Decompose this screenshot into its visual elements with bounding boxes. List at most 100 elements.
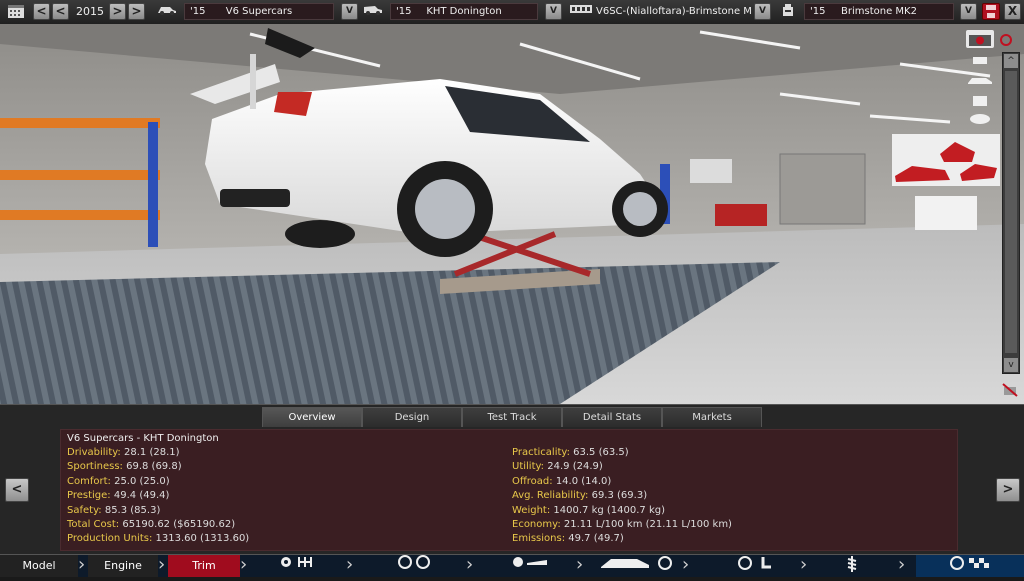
- nav-finish-icon[interactable]: [916, 555, 1024, 577]
- stat-value: 69.3 (69.3): [591, 490, 648, 502]
- year-next-button[interactable]: >: [109, 3, 126, 20]
- stat-row: Production Units: 1313.60 (1313.60): [67, 533, 249, 544]
- stat-value: 21.11 L/100 km (21.11 L/100 km): [563, 519, 732, 530]
- year-prev-button[interactable]: <: [52, 3, 69, 20]
- overview-pane: V6 Supercars - KHT Donington Drivability…: [60, 429, 958, 551]
- chevron-right-icon: ›: [800, 554, 808, 575]
- stat-label: Prestige:: [67, 490, 111, 502]
- tab-design[interactable]: Design: [362, 407, 462, 427]
- garage-viewport[interactable]: [0, 24, 1024, 404]
- top-toolbar: < < 2015 > > '15 V6 Supercars V '15 KHT …: [0, 0, 1024, 25]
- nav-model[interactable]: Model: [0, 555, 78, 577]
- nav-trim[interactable]: Trim: [168, 555, 240, 577]
- stat-value: 25.0 (25.0): [114, 475, 170, 487]
- stat-label: Weight:: [512, 504, 551, 516]
- stat-label: Emissions:: [512, 533, 566, 545]
- stat-value: 24.9 (24.9): [547, 461, 603, 473]
- stat-value: 65190.62 ($65190.62): [122, 519, 236, 530]
- chevron-right-icon: ›: [78, 554, 86, 575]
- engine-family-dropdown-button[interactable]: V: [754, 3, 771, 20]
- stat-row: Total Cost: 65190.62 ($65190.62): [67, 519, 235, 530]
- engine-icon: [778, 3, 798, 20]
- tab-detail-stats[interactable]: Detail Stats: [562, 407, 662, 427]
- no-camera-icon[interactable]: [1000, 382, 1020, 398]
- stat-value: 14.0 (14.0): [555, 475, 612, 487]
- next-page-button[interactable]: >: [996, 478, 1020, 502]
- chevron-right-icon: ›: [682, 554, 690, 575]
- nav-body-fan-icon[interactable]: [592, 555, 682, 577]
- tab-test-track[interactable]: Test Track: [462, 407, 562, 427]
- zoom-scrollbar[interactable]: ^ v: [1002, 52, 1020, 374]
- chevron-right-icon: ›: [466, 554, 474, 575]
- stat-row: Prestige: 49.4 (49.4): [67, 490, 169, 501]
- chevron-right-icon: ›: [158, 554, 166, 575]
- trim-select[interactable]: '15 KHT Donington: [390, 3, 538, 20]
- stat-label: Offroad:: [512, 475, 553, 487]
- model-select[interactable]: '15 V6 Supercars: [184, 3, 334, 20]
- stat-row: Avg. Reliability: 69.3 (69.3): [512, 490, 647, 501]
- year-prev-fast-button[interactable]: <: [33, 3, 50, 20]
- stat-value: 28.1 (28.1): [124, 447, 180, 458]
- engine-dropdown-button[interactable]: V: [960, 3, 977, 20]
- engine-family-select[interactable]: V6SC-(Nialloftara)-Brimstone MK: [596, 3, 752, 20]
- stat-label: Production Units:: [67, 533, 153, 545]
- view-side-icon[interactable]: [970, 54, 990, 69]
- chevron-right-icon: ›: [240, 554, 248, 575]
- stat-row: Weight: 1400.7 kg (1400.7 kg): [512, 505, 665, 516]
- chevron-right-icon: ›: [898, 554, 906, 575]
- car-trim-icon: [362, 3, 384, 20]
- stat-row: Comfort: 25.0 (25.0): [67, 476, 170, 487]
- nav-chassis-gearbox-icon[interactable]: [256, 555, 346, 577]
- tab-markets[interactable]: Markets: [662, 407, 762, 427]
- stat-row: Offroad: 14.0 (14.0): [512, 476, 611, 487]
- calendar-icon[interactable]: [6, 3, 26, 20]
- stat-row: Drivability: 28.1 (28.1): [67, 447, 180, 458]
- record-icon[interactable]: [998, 33, 1014, 47]
- save-icon[interactable]: [982, 3, 1000, 20]
- tab-overview[interactable]: Overview: [262, 407, 362, 427]
- scrollbar-thumb[interactable]: [1005, 71, 1017, 353]
- stat-label: Sportiness:: [67, 461, 123, 473]
- camera-icon[interactable]: [966, 30, 994, 48]
- nav-suspension-icon[interactable]: [832, 555, 872, 577]
- scroll-up-button[interactable]: ^: [1004, 54, 1018, 68]
- stat-value: 49.7 (49.7): [568, 533, 624, 545]
- stat-row: Sportiness: 69.8 (69.8): [67, 461, 182, 472]
- nav-aero-icon[interactable]: [486, 555, 576, 577]
- stat-value: 1400.7 kg (1400.7 kg): [553, 504, 666, 516]
- nav-wheels-icon[interactable]: [366, 555, 466, 577]
- stat-row: Emissions: 49.7 (49.7): [512, 533, 624, 544]
- stat-value: 1313.60 (1313.60): [155, 533, 250, 545]
- stat-label: Comfort:: [67, 475, 111, 487]
- stat-label: Avg. Reliability:: [512, 490, 589, 502]
- stat-row: Safety: 85.3 (85.3): [67, 505, 160, 516]
- overview-title: V6 Supercars - KHT Donington: [67, 433, 219, 444]
- year-next-fast-button[interactable]: >: [128, 3, 145, 20]
- nav-engine[interactable]: Engine: [88, 555, 158, 577]
- stat-row: Utility: 24.9 (24.9): [512, 461, 603, 472]
- prev-page-button[interactable]: <: [5, 478, 29, 502]
- stat-label: Total Cost:: [67, 519, 120, 530]
- view-car-icon[interactable]: [966, 74, 994, 88]
- nav-interior-icon[interactable]: [720, 555, 790, 577]
- engine-select[interactable]: '15 Brimstone MK2: [804, 3, 954, 20]
- stat-value: 85.3 (85.3): [104, 504, 161, 516]
- stat-label: Drivability:: [67, 447, 121, 458]
- view-rear-icon[interactable]: [970, 94, 990, 111]
- bottom-nav: Model › Engine › Trim › › › › › › ›: [0, 554, 1024, 577]
- engine-family-icon: [568, 3, 594, 20]
- stat-label: Practicality:: [512, 447, 570, 458]
- garage-scene: [0, 24, 1024, 404]
- view-top-icon[interactable]: [968, 112, 992, 129]
- stat-value: 69.8 (69.8): [126, 461, 182, 473]
- close-button[interactable]: X: [1004, 3, 1021, 20]
- chevron-right-icon: ›: [576, 554, 584, 575]
- stat-value: 49.4 (49.4): [113, 490, 170, 502]
- stat-row: Economy: 21.11 L/100 km (21.11 L/100 km): [512, 519, 732, 530]
- trim-dropdown-button[interactable]: V: [545, 3, 562, 20]
- car-model-icon: [156, 3, 178, 20]
- scroll-down-button[interactable]: v: [1004, 358, 1018, 372]
- stat-label: Economy:: [512, 519, 561, 530]
- chevron-right-icon: ›: [346, 554, 354, 575]
- model-dropdown-button[interactable]: V: [341, 3, 358, 20]
